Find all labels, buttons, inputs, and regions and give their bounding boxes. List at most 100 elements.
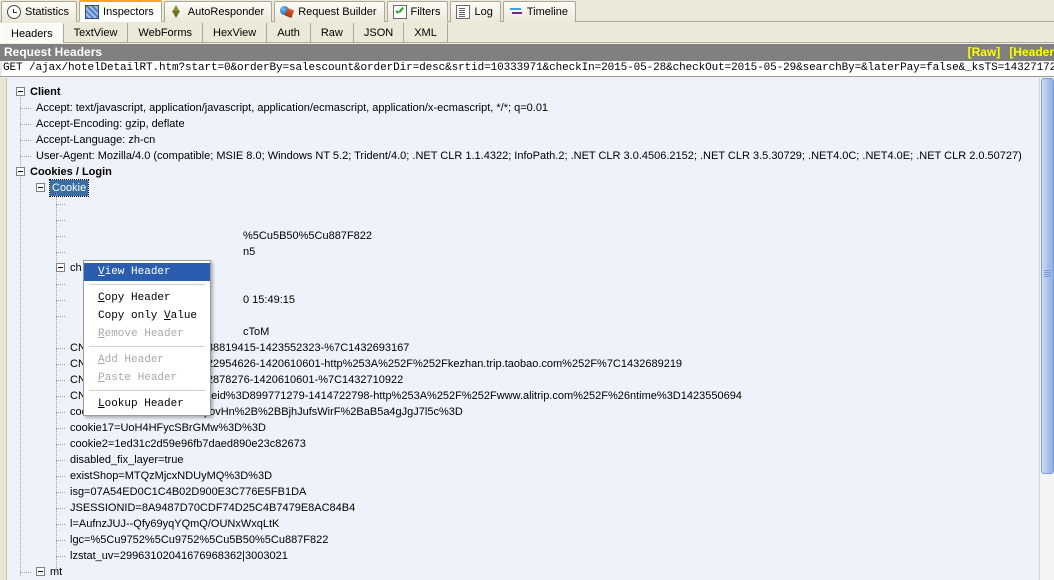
menu-item-copy-header[interactable]: Copy Header [84,289,210,307]
tab-statistics[interactable]: Statistics [1,1,78,22]
collapse-icon-mt[interactable] [36,567,45,576]
tab-request-builder-label: Request Builder [298,6,377,18]
tree-row-cookie-6[interactable]: cookie2=1ed31c2d59e96fb7daed890e23c82673 [70,436,306,452]
tree-guide-mt [20,572,32,573]
tree-item-cookie[interactable]: Cookie [36,179,90,197]
menu-item-copy-only-value[interactable]: Copy only Value [84,307,210,325]
tree-guide-r5 [56,428,66,429]
tree-guide-r4 [56,412,66,413]
tree-guide-h4 [20,156,32,157]
tree-row-cookie-11[interactable]: l=AufnzJUJ--Qfy69yqYQmQ/OUNxWxqLtK [70,516,279,532]
tree-row-occluded-4[interactable]: cToM [243,324,269,340]
inspectors-icon [85,4,100,19]
tree-row-cookie-5[interactable]: cookie17=UoH4HFycSBrGMw%3D%3D [70,420,266,436]
collapse-icon-client[interactable] [16,87,25,96]
tree-guide-r13 [56,556,66,557]
collapse-icon-cookies[interactable] [16,167,25,176]
menu-separator-2 [89,346,205,348]
tree-guide-c2 [56,220,66,221]
inspector-sub-tab-strip: Headers TextView WebForms HexView Auth R… [0,22,1054,43]
request-headers-bar: Request Headers [Raw] [Header [0,44,1054,61]
subtab-webforms[interactable]: WebForms [128,23,203,43]
tree-item-accept[interactable]: Accept: text/javascript, application/jav… [36,100,548,116]
raw-link[interactable]: [Raw] [968,45,1001,59]
collapse-icon-ch[interactable] [56,263,65,272]
subtab-raw[interactable]: Raw [311,23,354,43]
menu-item-remove-header: Remove Header [84,325,210,343]
tree-item-accept-language-label: Accept-Language: zh-cn [36,134,156,146]
subtab-auth[interactable]: Auth [267,23,311,43]
tree-vertical-scrollbar[interactable] [1039,78,1054,580]
menu-item-remove-header-label: emove Header [104,328,184,340]
header-definitions-link[interactable]: [Header [1009,45,1054,59]
menu-accel-view: V [98,266,105,278]
menu-item-copy-only-value-pre: Copy only [98,310,165,322]
tab-autoresponder[interactable]: AutoResponder [163,1,273,22]
tree-row-cookie-10[interactable]: JSESSIONID=8A9487D70CDF74D25C4B7479E8AC8… [70,500,355,516]
tree-guide-c3 [56,236,66,237]
menu-accel-lookup: L [98,398,105,410]
tree-row-occluded-3[interactable]: 0 15:49:15 [243,292,295,308]
tree-item-accept-encoding[interactable]: Accept-Encoding: gzip, deflate [36,116,185,132]
menu-accel-value: V [164,310,171,322]
tree-group-client-label: Client [30,86,61,98]
timeline-icon [509,5,523,19]
tab-timeline-label: Timeline [526,6,568,18]
tab-filters[interactable]: Filters [386,1,449,22]
tree-row-cookie-13[interactable]: lzstat_uv=29963102041676968362|3003021 [70,548,288,564]
tab-log[interactable]: Log [450,1,501,22]
request-url-text: GET /ajax/hotelDetailRT.htm?start=0&orde… [3,62,1054,74]
url-left-border [0,61,2,76]
menu-item-add-header-label: dd Header [104,354,165,366]
menu-item-copy-only-value-post: alue [170,310,198,322]
tree-guide-c4 [56,252,66,253]
subtab-json[interactable]: JSON [354,23,405,43]
tree-item-accept-label: Accept: text/javascript, application/jav… [36,102,549,114]
tree-group-cookies-login-label: Cookies / Login [30,166,112,178]
tree-guide-r9 [56,492,66,493]
tree-group-cookies-login[interactable]: Cookies / Login [16,164,112,180]
headers-tree[interactable]: Client Accept: text/javascript, applicat… [0,78,1039,580]
tree-guide-r11 [56,524,66,525]
tree-row-cookie-12[interactable]: lgc=%5Cu9752%5Cu9752%5Cu5B50%5Cu887F822 [70,532,328,548]
tree-guide-r0 [56,348,66,349]
log-icon [456,5,471,19]
menu-item-view-header[interactable]: View Header [84,263,210,281]
tree-guide-h1 [20,108,32,109]
tab-timeline[interactable]: Timeline [502,1,576,22]
request-headers-links: [Raw] [Header [959,44,1054,61]
tree-guide-c1 [56,204,66,205]
tree-group-client[interactable]: Client [16,84,61,100]
header-context-menu[interactable]: View Header Copy Header Copy only Value … [83,260,211,416]
tree-row-occluded-1[interactable]: %5Cu5B50%5Cu887F822 [243,228,372,244]
subtab-headers[interactable]: Headers [0,23,64,43]
tree-row-cookie-9[interactable]: isg=07A54ED0C1C4B02D900E3C776E5FB1DA [70,484,306,500]
tree-guide-c5 [56,284,66,285]
request-headers-title: Request Headers [4,45,103,59]
menu-item-lookup-header[interactable]: Lookup Header [84,395,210,413]
tab-filters-label: Filters [410,6,441,18]
tree-group-mt[interactable]: mt [36,564,62,580]
scrollbar-grip-icon [1044,270,1051,277]
tree-item-accept-language[interactable]: Accept-Language: zh-cn [36,132,155,148]
request-url-line[interactable]: GET /ajax/hotelDetailRT.htm?start=0&orde… [0,61,1054,77]
tree-row-cookie-8[interactable]: existShop=MTQzMjcxNDUyMQ%3D%3D [70,468,272,484]
tree-guide-r7 [56,460,66,461]
tab-inspectors[interactable]: Inspectors [79,0,162,22]
tree-row-cookie-7[interactable]: disabled_fix_layer=true [70,452,183,468]
tab-request-builder[interactable]: Request Builder [274,1,385,22]
subtab-textview[interactable]: TextView [64,23,129,43]
filter-checkbox-icon [392,5,407,19]
collapse-icon-cookie[interactable] [36,183,45,192]
tree-item-user-agent[interactable]: User-Agent: Mozilla/4.0 (compatible; MSI… [36,148,1022,164]
menu-accel-remove: R [98,328,105,340]
subtab-hexview[interactable]: HexView [203,23,268,43]
tree-guide-cookie-children [56,193,57,573]
subtab-xml[interactable]: XML [404,23,448,43]
tree-row-occluded-2[interactable]: n5 [243,244,255,260]
menu-accel-paste: P [98,372,105,384]
tree-guide-r1 [56,364,66,365]
tree-group-ch[interactable]: ch [56,260,82,276]
tree-guide-r8 [56,476,66,477]
main-tab-strip: Statistics Inspectors AutoResponder Requ… [0,0,1054,22]
